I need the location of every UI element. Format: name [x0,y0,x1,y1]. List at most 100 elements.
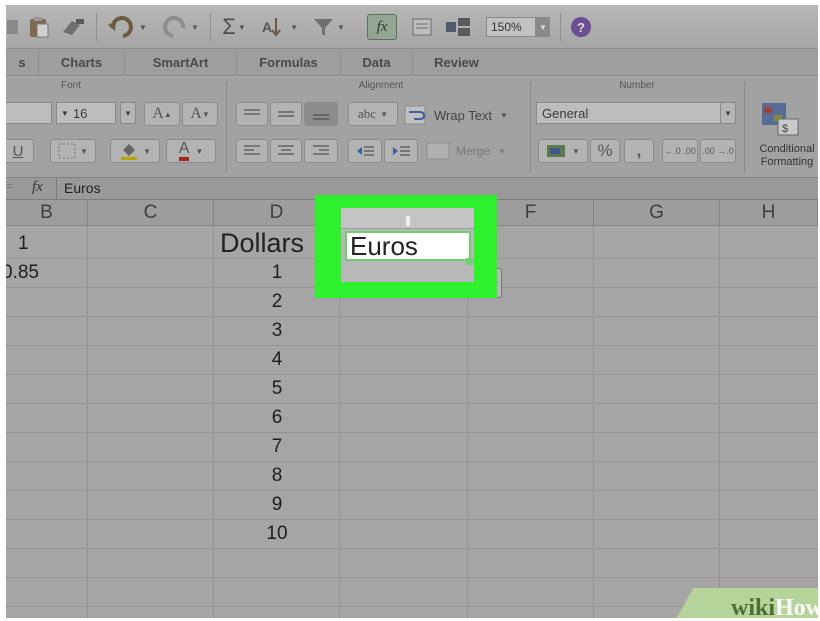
cell-d6[interactable]: 5 [214,375,340,403]
comma-button[interactable]: , [624,139,654,163]
cell-d5[interactable]: 4 [214,346,340,374]
conditional-formatting-label[interactable]: Conditional Formatting [752,143,818,169]
wikihow-watermark: wiki How [671,588,818,618]
paint-bucket-icon [121,144,138,160]
fx-icon[interactable]: fx [32,179,43,196]
wrap-text-label: Wrap Text [434,107,493,123]
cell-d1[interactable]: Dollars [220,228,304,258]
fill-color-button[interactable]: ▼ [110,139,160,163]
wrap-text-button[interactable]: Wrap Text ▼ [404,104,508,126]
column-header-b[interactable]: B [6,200,88,226]
cell-d4[interactable]: 3 [214,317,340,345]
tab-smartart[interactable]: SmartArt [124,49,236,76]
column-header-h[interactable]: H [720,200,818,226]
cell-e-zone: Euros [341,208,474,282]
decrease-decimal-button[interactable]: .00 →.0 [700,139,736,163]
grow-font-label: A [152,105,164,122]
format-painter-icon[interactable] [58,14,88,40]
cell-d7[interactable]: 6 [214,404,340,432]
zoom-dropdown[interactable]: 150% ▼ [484,14,552,40]
orientation-button[interactable]: abc ▼ [348,102,398,126]
tab-data[interactable]: Data [340,49,412,76]
increase-decimal-label: ←.0 .00 [664,146,696,156]
cell-d9[interactable]: 8 [214,462,340,490]
standard-toolbar: ▼ ▼ Σ ▼ A ▼ ▼ fx 150% ▼ ? [6,5,818,49]
zoom-value: 150% [486,17,536,37]
shrink-font-label: A [190,105,202,122]
ribbon-tabs: s Charts SmartArt Formulas Data Review [6,49,818,76]
tab-formulas[interactable]: Formulas [236,49,340,76]
fill-handle[interactable] [466,258,473,265]
increase-decimal-button[interactable]: ←.0 .00 [662,139,698,163]
align-right-icon [313,145,329,155]
alignment-group-title: Alignment [358,80,404,91]
column-header-g[interactable]: G [594,200,720,226]
grow-font-button[interactable]: A ▲ [144,102,180,126]
wrap-text-icon [404,105,426,125]
sort-icon[interactable]: A ▼ [256,14,304,40]
cell-d10[interactable]: 9 [214,491,340,519]
align-left-icon [244,145,260,155]
underline-button[interactable]: U [6,139,34,163]
align-center-icon [278,145,294,155]
gallery-icon[interactable] [442,14,476,40]
align-left-button[interactable] [236,139,268,163]
cell-b2[interactable]: 0.85 [6,259,39,287]
font-name-field[interactable] [6,102,52,124]
tab-tables[interactable]: s [6,49,38,76]
autosum-icon[interactable]: Σ ▼ [216,14,252,40]
column-header-e-highlight [341,208,474,229]
font-group-title: Font [60,80,81,91]
column-header-c[interactable]: C [88,200,214,226]
font-color-button[interactable]: A ▼ [166,139,216,163]
number-format-dropdown[interactable]: ▼ [720,102,736,124]
increase-indent-button[interactable] [384,139,418,163]
formula-input[interactable]: Euros [64,180,101,196]
currency-icon [547,145,566,157]
cell-d8[interactable]: 7 [214,433,340,461]
align-top-button[interactable] [236,102,268,126]
align-top-icon [244,109,260,115]
shrink-font-button[interactable]: A ▼ [182,102,218,126]
font-size-dropdown[interactable]: ▼ [120,102,136,124]
cell-e1[interactable]: Euros [345,231,471,261]
help-icon[interactable]: ? [568,14,594,40]
font-color-icon: A [178,141,190,161]
tab-review[interactable]: Review [412,49,500,76]
filter-icon[interactable]: ▼ [308,14,350,40]
decrease-decimal-label: .00 →.0 [702,146,734,156]
orientation-label: abc [358,106,377,121]
number-format-field[interactable]: General [536,102,724,124]
merge-label: Merge [456,144,491,158]
cell-b1[interactable]: 1 [18,230,29,258]
percent-button[interactable]: % [590,139,620,163]
cell-d11[interactable]: 10 [214,520,340,548]
borders-button[interactable]: ▼ [50,139,96,163]
watermark-wiki: wiki [730,594,775,619]
font-size-field[interactable]: ▼ 16 [56,102,116,124]
merge-icon [426,142,450,160]
show-hide-icon[interactable] [410,14,434,40]
align-middle-icon [278,111,294,117]
open-icon[interactable] [6,14,20,40]
conditional-formatting-icon[interactable]: $ [760,101,804,144]
align-middle-button[interactable] [270,102,302,126]
paste-icon[interactable] [26,14,52,40]
function-icon[interactable]: fx [367,14,397,40]
undo-icon[interactable]: ▼ [104,14,150,40]
tab-charts[interactable]: Charts [38,49,124,76]
font-size-value: 16 [72,105,88,121]
decrease-indent-icon [357,146,374,156]
borders-icon [58,143,76,159]
merge-button[interactable]: Merge ▼ [426,139,506,163]
number-format-value: General [542,105,589,121]
conditional-formatting-line2: Formatting [760,156,814,168]
accounting-format-button[interactable]: ▼ [538,139,588,163]
svg-text:$: $ [782,123,788,135]
align-center-button[interactable] [270,139,302,163]
align-right-button[interactable] [304,139,338,163]
ribbon: Font ▼ 16 ▼ A ▲ A ▼ U ▼ ▼ A ▼ Alignment ab [6,77,818,178]
align-bottom-button[interactable] [304,102,338,126]
decrease-indent-button[interactable] [348,139,382,163]
redo-icon[interactable]: ▼ [156,14,202,40]
